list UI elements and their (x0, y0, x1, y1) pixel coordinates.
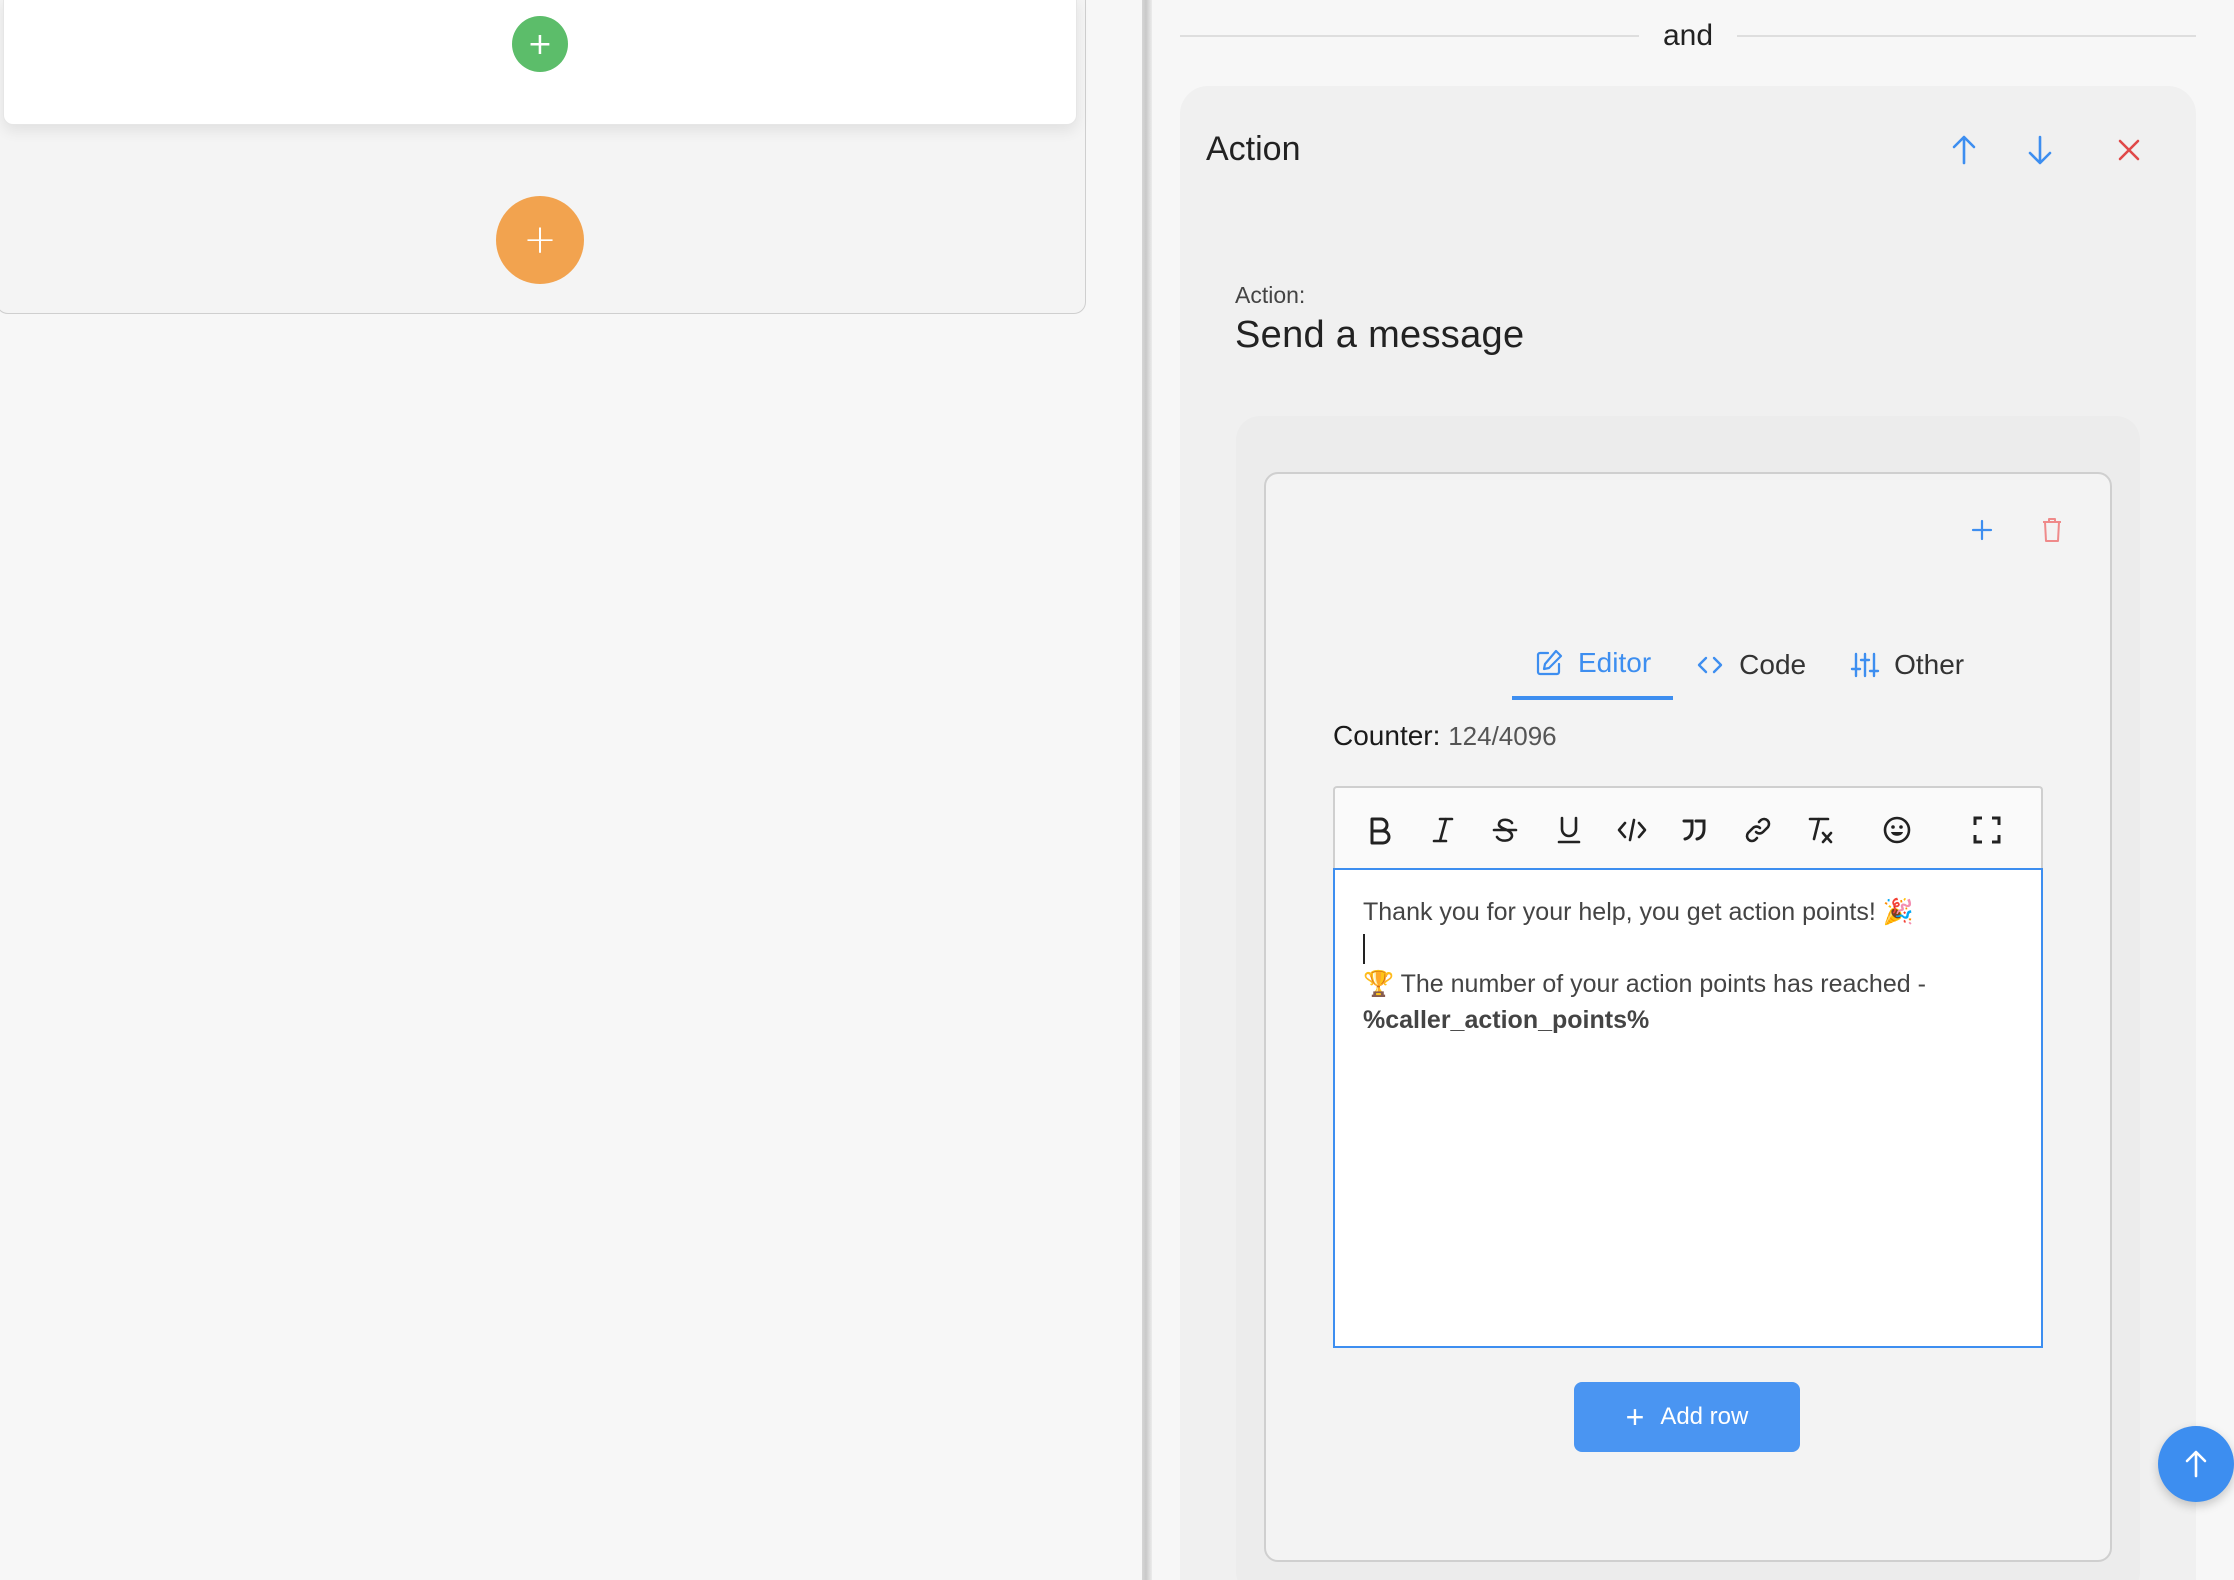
remove-action-button[interactable] (2107, 128, 2151, 172)
underline-icon[interactable] (1549, 810, 1589, 850)
plus-icon (1971, 519, 1993, 541)
link-icon[interactable] (1738, 810, 1778, 850)
and-label: and (1662, 19, 1714, 52)
clear-format-icon[interactable] (1800, 810, 1840, 850)
counter-label: Counter: (1333, 720, 1441, 751)
scroll-to-top-button[interactable] (2158, 1426, 2234, 1502)
message-editor[interactable]: Thank you for your help, you get action … (1333, 868, 2043, 1348)
action-type-value: Send a message (1235, 314, 1525, 356)
close-icon (2118, 139, 2140, 161)
separator-line-right (1737, 35, 2196, 37)
quote-icon[interactable] (1674, 810, 1714, 850)
and-separator: and (1180, 14, 2196, 58)
placeholder-variable: %caller_action_points% (1363, 1006, 1650, 1034)
move-up-button[interactable] (1942, 128, 1986, 172)
tab-editor[interactable]: Editor (1512, 636, 1674, 700)
italic-icon[interactable] (1423, 810, 1463, 850)
action-title: Action (1206, 130, 1301, 168)
editor-line-3: 🏆 The number of your action points has r… (1363, 970, 1926, 998)
arrow-up-icon (1952, 135, 1976, 165)
emoji-icon[interactable] (1877, 810, 1917, 850)
panel-divider[interactable] (1142, 0, 1152, 1580)
strikethrough-icon[interactable] (1485, 810, 1525, 850)
move-down-button[interactable] (2018, 128, 2062, 172)
text-caret (1363, 934, 1365, 965)
character-counter: Counter: 124/4096 (1333, 720, 1557, 752)
add-row-label: Add row (1660, 1403, 1749, 1430)
editor-line-2 (1363, 930, 2013, 966)
tab-other[interactable]: Other (1828, 636, 1986, 694)
editor-toolbar (1333, 786, 2043, 870)
fullscreen-icon[interactable] (1967, 810, 2007, 850)
tab-code[interactable]: Code (1673, 636, 1828, 694)
sliders-icon (1850, 650, 1880, 680)
editor-tabs: Editor Code Other (1512, 636, 1986, 702)
tab-code-label: Code (1739, 649, 1807, 680)
edit-icon (1534, 648, 1564, 678)
code-icon[interactable] (1612, 810, 1652, 850)
add-inner-item-button[interactable]: + (512, 16, 568, 72)
trash-icon (2043, 518, 2061, 542)
add-message-button[interactable] (1960, 508, 2004, 552)
tab-editor-label: Editor (1578, 647, 1652, 678)
add-row-button[interactable]: + Add row (1574, 1382, 1800, 1452)
counter-value: 124/4096 (1448, 721, 1557, 751)
add-block-button[interactable]: + (496, 196, 584, 284)
arrow-down-icon (2028, 135, 2052, 165)
delete-message-button[interactable] (2030, 508, 2074, 552)
arrow-up-icon (2185, 1450, 2207, 1478)
code-brackets-icon (1695, 650, 1725, 680)
bold-icon[interactable] (1359, 810, 1399, 850)
editor-line-1: Thank you for your help, you get action … (1363, 898, 1914, 926)
editor-line-4: %caller_action_points% (1363, 1002, 2013, 1038)
action-type-label: Action: (1235, 282, 1306, 308)
separator-line-left (1180, 35, 1639, 37)
plus-icon: + (1625, 1399, 1645, 1435)
tab-other-label: Other (1894, 649, 1965, 680)
